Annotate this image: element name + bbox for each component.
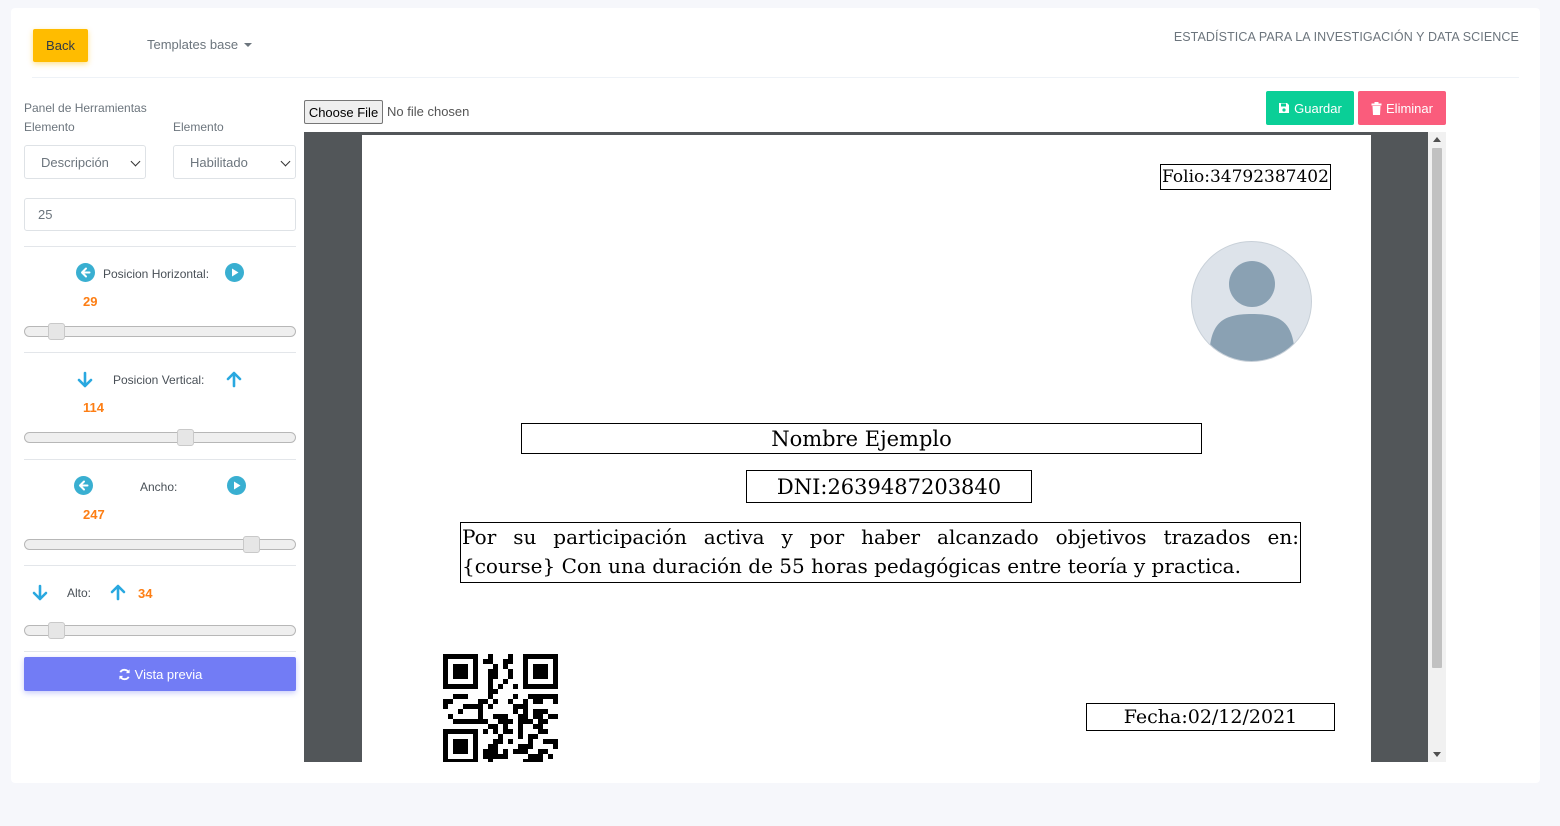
element-select-value: Descripción xyxy=(41,154,109,170)
play-right-icon[interactable] xyxy=(225,263,244,282)
description-line: Por su participación activa y por haber … xyxy=(462,525,1299,549)
divider xyxy=(24,651,296,652)
description-field: Por su participación activa y por haber … xyxy=(460,522,1301,583)
folio-field: Folio:34792387402 xyxy=(1160,164,1331,190)
width-label: Ancho: xyxy=(140,480,178,494)
state-label: Elemento xyxy=(173,120,224,134)
back-button[interactable]: Back xyxy=(33,29,88,62)
size-input[interactable]: 25 xyxy=(24,198,296,231)
divider xyxy=(24,565,296,566)
slider-thumb[interactable] xyxy=(47,323,65,340)
viewer-scrollbar[interactable] xyxy=(1428,132,1446,762)
slider-thumb[interactable] xyxy=(47,622,65,639)
qr-code xyxy=(443,654,558,762)
width-value: 247 xyxy=(83,507,105,522)
main-card: Back Templates base ESTADÍSTICA PARA LA … xyxy=(11,8,1540,783)
size-input-value: 25 xyxy=(38,207,53,222)
brand-title: ESTADÍSTICA PARA LA INVESTIGACIÓN Y DATA… xyxy=(1173,30,1519,44)
preview-button[interactable]: Vista previa xyxy=(24,657,296,691)
preview-label: Vista previa xyxy=(134,666,203,682)
chevron-down-icon xyxy=(280,156,291,167)
refresh-icon xyxy=(119,668,130,680)
certificate-page: Folio:34792387402 Nombre Ejemplo DNI:263… xyxy=(362,135,1371,762)
file-status: No file chosen xyxy=(387,104,470,119)
dni-field: DNI:2639487203840 xyxy=(746,470,1032,503)
element-label: Elemento xyxy=(24,120,75,134)
save-button[interactable]: Guardar xyxy=(1266,91,1354,125)
height-slider[interactable] xyxy=(24,622,296,639)
scroll-down-icon[interactable] xyxy=(1433,752,1441,757)
arrow-up-icon[interactable] xyxy=(224,369,244,394)
scrollbar-thumb[interactable] xyxy=(1432,148,1442,668)
templates-dropdown[interactable]: Templates base xyxy=(147,37,253,52)
scroll-up-icon[interactable] xyxy=(1433,137,1441,142)
element-select[interactable]: Descripción xyxy=(24,145,146,179)
arrow-up-icon[interactable] xyxy=(108,582,128,607)
divider xyxy=(24,459,296,460)
description-line: {course} Con una duración de 55 horas pe… xyxy=(462,554,1241,578)
height-label: Alto: xyxy=(67,586,92,600)
delete-label: Eliminar xyxy=(1386,100,1433,116)
vertical-label: Posicion Vertical: xyxy=(113,373,205,387)
arrow-left-icon[interactable] xyxy=(76,263,95,282)
height-value: 34 xyxy=(138,586,153,601)
slider-thumb[interactable] xyxy=(176,429,194,446)
vertical-value: 114 xyxy=(83,400,104,415)
width-slider[interactable] xyxy=(24,536,296,553)
horizontal-slider[interactable] xyxy=(24,323,296,340)
play-right-icon[interactable] xyxy=(227,476,246,495)
arrow-left-icon[interactable] xyxy=(74,476,93,495)
vertical-slider[interactable] xyxy=(24,429,296,446)
state-select[interactable]: Habilitado xyxy=(173,145,296,179)
name-field: Nombre Ejemplo xyxy=(521,423,1202,454)
caret-down-icon xyxy=(244,42,253,47)
arrow-down-icon[interactable] xyxy=(30,583,50,608)
panel-title: Panel de Herramientas xyxy=(24,101,147,115)
chevron-down-icon xyxy=(130,156,141,167)
certificate-preview[interactable]: Folio:34792387402 Nombre Ejemplo DNI:263… xyxy=(304,132,1446,762)
avatar xyxy=(1191,241,1312,362)
divider xyxy=(24,352,296,353)
templates-label: Templates base xyxy=(147,37,239,52)
save-label: Guardar xyxy=(1294,100,1342,116)
horizontal-label: Posicion Horizontal: xyxy=(103,267,210,281)
delete-button[interactable]: Eliminar xyxy=(1358,91,1446,125)
header-divider xyxy=(32,77,1519,78)
divider xyxy=(24,246,296,247)
arrow-down-icon[interactable] xyxy=(75,370,95,395)
horizontal-value: 29 xyxy=(83,294,98,309)
floppy-icon xyxy=(1279,103,1290,113)
date-field: Fecha:02/12/2021 xyxy=(1086,703,1335,731)
trash-icon xyxy=(1371,101,1382,115)
state-select-value: Habilitado xyxy=(190,154,248,170)
choose-file-button[interactable]: Choose File xyxy=(304,100,383,124)
slider-thumb[interactable] xyxy=(242,536,260,553)
